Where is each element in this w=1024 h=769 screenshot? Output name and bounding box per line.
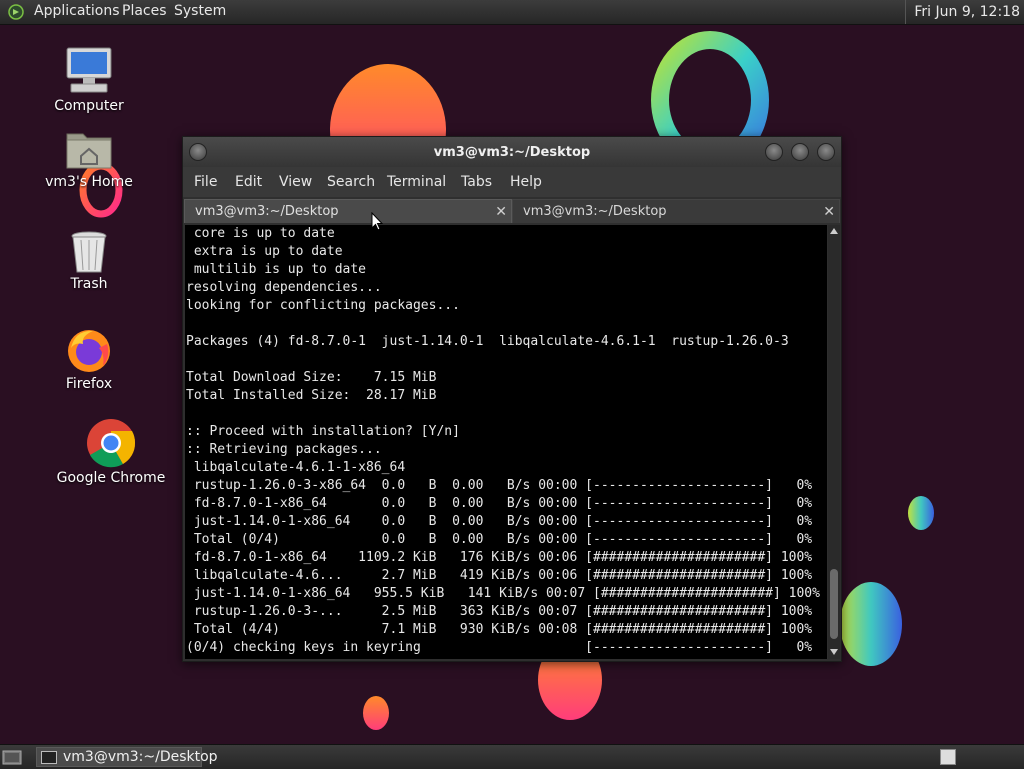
scrollbar-thumb[interactable] [830, 569, 838, 639]
tab-label: vm3@vm3:~/Desktop [523, 204, 667, 219]
desktop-icon-firefox[interactable]: Firefox [34, 326, 144, 392]
terminal-window[interactable]: vm3@vm3:~/Desktop File Edit View Search … [182, 136, 842, 662]
terminal-line: just-1.14.0-1-x86_64 0.0 B 0.00 B/s 00:0… [186, 514, 813, 529]
terminal-line: resolving dependencies... [186, 280, 382, 295]
terminal-line: :: Proceed with installation? [Y/n] [186, 424, 460, 439]
terminal-line: multilib is up to date [186, 262, 367, 277]
trash-icon [71, 231, 107, 273]
menu-view[interactable]: View [279, 174, 312, 190]
minimize-button[interactable] [765, 143, 783, 161]
workspace-switcher[interactable] [940, 749, 956, 765]
scroll-up-icon[interactable] [830, 228, 838, 234]
terminal-line: rustup-1.26.0-3-x86_64 0.0 B 0.00 B/s 00… [186, 478, 813, 493]
terminal-scrollbar[interactable] [828, 225, 840, 659]
terminal-line: (0/4) checking keys in keyring [--------… [186, 640, 813, 655]
terminal-line: Total (4/4) 7.1 MiB 930 KiB/s 00:08 [###… [186, 622, 813, 637]
terminal-line: fd-8.7.0-1-x86_64 1109.2 KiB 176 KiB/s 0… [186, 550, 813, 565]
menu-help[interactable]: Help [510, 174, 542, 190]
mouse-pointer-icon [371, 212, 383, 231]
menu-system[interactable]: System [174, 3, 226, 19]
menubar: File Edit View Search Terminal Tabs Help [183, 167, 841, 197]
tab-label: vm3@vm3:~/Desktop [195, 204, 339, 219]
computer-icon [66, 47, 112, 93]
menu-tabs[interactable]: Tabs [461, 174, 492, 190]
terminal-line: Packages (4) fd-8.7.0-1 just-1.14.0-1 li… [186, 334, 789, 349]
terminal-line: extra is up to date [186, 244, 343, 259]
window-title: vm3@vm3:~/Desktop [433, 145, 591, 160]
menu-edit[interactable]: Edit [235, 174, 262, 190]
bottom-panel: vm3@vm3:~/Desktop [0, 744, 1024, 769]
clock[interactable]: Fri Jun 9, 12:18 [905, 0, 1024, 24]
terminal-line: libqalculate-4.6... 2.7 MiB 419 KiB/s 00… [186, 568, 813, 583]
terminal-line: looking for conflicting packages... [186, 298, 460, 313]
chrome-icon [87, 419, 136, 468]
tab-1[interactable]: vm3@vm3:~/Desktop ✕ [184, 199, 512, 223]
terminal-line: :: Retrieving packages... [186, 442, 382, 457]
home-folder-icon [66, 133, 112, 169]
window-menu-icon[interactable] [189, 143, 207, 161]
terminal-line: Total Installed Size: 28.17 MiB [186, 388, 437, 403]
terminal-line: libqalculate-4.6.1-1-x86_64 [186, 460, 406, 475]
menu-file[interactable]: File [194, 174, 217, 190]
desktop-icon-trash[interactable]: Trash [34, 230, 144, 292]
menu-search[interactable]: Search [327, 174, 375, 190]
terminal-line: rustup-1.26.0-3-... 2.5 MiB 363 KiB/s 00… [186, 604, 813, 619]
desktop-icon-computer[interactable]: Computer [34, 44, 144, 114]
menu-terminal[interactable]: Terminal [387, 174, 446, 190]
terminal-line: core is up to date [186, 226, 335, 241]
desktop-icon-label: Computer [54, 98, 124, 114]
tab-close-icon[interactable]: ✕ [823, 200, 835, 224]
terminal-line: Total Download Size: 7.15 MiB [186, 370, 437, 385]
top-panel: Applications Places System Fri Jun 9, 12… [0, 0, 1024, 25]
taskbar-label: vm3@vm3:~/Desktop [63, 749, 218, 765]
desktop-icon-label: Trash [70, 276, 108, 292]
scroll-down-icon[interactable] [830, 649, 838, 655]
taskbar-terminal-button[interactable]: vm3@vm3:~/Desktop [36, 747, 218, 767]
terminal-line: just-1.14.0-1-x86_64 955.5 KiB 141 KiB/s… [186, 586, 820, 601]
firefox-icon [68, 330, 110, 372]
terminal-output[interactable]: core is up to date extra is up to date m… [185, 225, 827, 659]
terminal-icon [41, 751, 57, 764]
show-desktop-icon[interactable] [2, 748, 22, 765]
window-titlebar[interactable]: vm3@vm3:~/Desktop [183, 137, 841, 167]
desktop-icon-chrome[interactable]: Google Chrome [56, 418, 166, 486]
tab-2[interactable]: vm3@vm3:~/Desktop ✕ [512, 199, 840, 223]
maximize-button[interactable] [791, 143, 809, 161]
tab-close-icon[interactable]: ✕ [495, 200, 507, 224]
tab-bar: vm3@vm3:~/Desktop ✕ vm3@vm3:~/Desktop ✕ [183, 197, 841, 225]
close-button[interactable] [817, 143, 835, 161]
desktop-icon-label: vm3's Home [45, 174, 133, 190]
desktop-icon-label: Firefox [65, 376, 113, 392]
distro-logo-icon[interactable] [8, 4, 24, 20]
menu-places[interactable]: Places [122, 3, 167, 19]
terminal-line: fd-8.7.0-1-x86_64 0.0 B 0.00 B/s 00:00 [… [186, 496, 813, 511]
menu-applications[interactable]: Applications [34, 3, 120, 19]
terminal-line: Total (0/4) 0.0 B 0.00 B/s 00:00 [------… [186, 532, 813, 547]
desktop-icon-label: Google Chrome [56, 470, 166, 486]
desktop-icon-home[interactable]: vm3's Home [34, 128, 144, 190]
